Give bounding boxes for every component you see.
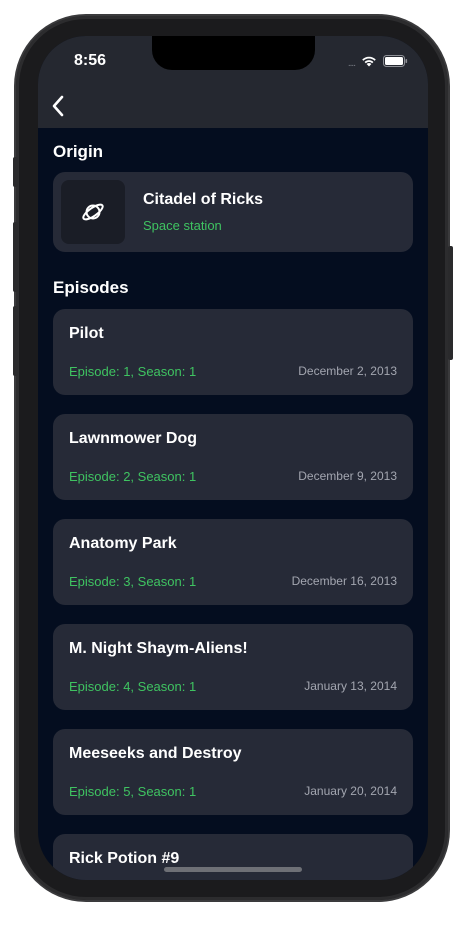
volume-up-button <box>13 222 18 292</box>
volume-down-button <box>13 306 18 376</box>
detail-content: Origin Citadel of Ricks Space station Ep… <box>38 128 428 880</box>
app-screen: 8:56 .... Origin Citadel of Ricks Space … <box>38 36 428 880</box>
episode-code: Episode: 2, Season: 1 <box>69 469 197 484</box>
battery-icon <box>383 54 408 72</box>
episode-code: Episode: 1, Season: 1 <box>69 364 197 379</box>
power-button <box>448 246 453 360</box>
episode-card-2[interactable]: Lawnmower Dog Episode: 2, Season: 1 Dece… <box>53 414 413 500</box>
episode-code: Episode: 3, Season: 1 <box>69 574 197 589</box>
episode-name: Rick Potion #9 <box>69 850 180 867</box>
episode-name: Lawnmower Dog <box>69 430 198 447</box>
episode-air-date: December 16, 2013 <box>291 574 397 588</box>
home-indicator <box>164 867 302 872</box>
origin-section-title: Origin <box>53 142 104 161</box>
episode-air-date: January 20, 2014 <box>304 784 397 798</box>
origin-name: Citadel of Ricks <box>143 191 264 208</box>
episode-card-1[interactable]: Pilot Episode: 1, Season: 1 December 2, … <box>53 309 413 395</box>
wifi-icon <box>361 54 377 72</box>
origin-type: Space station <box>143 218 222 233</box>
navigation-bar <box>38 84 428 128</box>
episode-name: Pilot <box>69 325 104 342</box>
episode-card-5[interactable]: Meeseeks and Destroy Episode: 5, Season:… <box>53 729 413 815</box>
episode-name: Anatomy Park <box>69 535 177 552</box>
status-time: 8:56 <box>74 52 107 69</box>
episode-name: M. Night Shaym-Aliens! <box>69 640 248 657</box>
episode-air-date: January 13, 2014 <box>304 679 397 693</box>
chevron-left-icon <box>52 95 64 117</box>
notch <box>152 36 315 70</box>
status-icons: .... <box>348 54 408 72</box>
episode-card-3[interactable]: Anatomy Park Episode: 3, Season: 1 Decem… <box>53 519 413 605</box>
episode-code: Episode: 5, Season: 1 <box>69 784 197 799</box>
episode-card-6[interactable]: Rick Potion #9 <box>53 834 413 880</box>
episode-air-date: December 2, 2013 <box>298 364 397 378</box>
origin-icon-box <box>61 180 125 244</box>
origin-card[interactable]: Citadel of Ricks Space station <box>53 172 413 252</box>
episode-air-date: December 9, 2013 <box>298 469 397 483</box>
episode-code: Episode: 4, Season: 1 <box>69 679 197 694</box>
episodes-section-title: Episodes <box>53 278 129 297</box>
back-button[interactable] <box>44 92 72 120</box>
episode-name: Meeseeks and Destroy <box>69 745 242 762</box>
episode-card-4[interactable]: M. Night Shaym-Aliens! Episode: 4, Seaso… <box>53 624 413 710</box>
signal-indicator: .... <box>347 57 356 69</box>
planet-icon <box>82 203 104 221</box>
mute-switch <box>13 157 18 187</box>
